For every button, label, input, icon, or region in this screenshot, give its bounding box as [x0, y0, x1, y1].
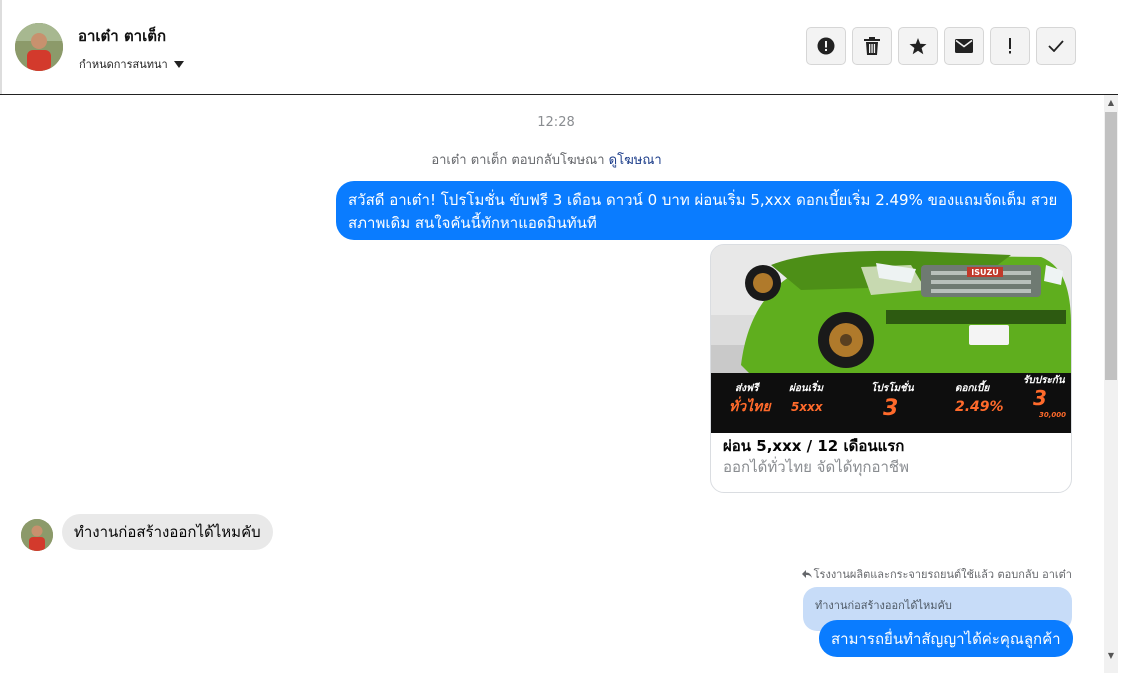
contact-avatar[interactable] — [15, 23, 63, 71]
ad-brand-label: ISUZU — [971, 268, 999, 277]
promo-5-top: รับประกัน — [1023, 374, 1066, 386]
scrollbar-thumb[interactable] — [1105, 112, 1117, 380]
incoming-avatar[interactable] — [21, 519, 53, 551]
ad-card[interactable]: ISUZU ส่งฟรี ทั่วไทย ผ่อนเริ่ม 5xxx โปรโ… — [710, 244, 1072, 493]
promo-5-main: 3 — [1033, 386, 1047, 410]
promo-5-extra: 30,000 — [1039, 411, 1066, 419]
promo-4-main: 2.49% — [955, 399, 1004, 415]
star-button[interactable] — [898, 27, 938, 65]
ad-card-subtitle: ออกได้ทั่วไทย จัดได้ทุกอาชีพ — [723, 458, 909, 476]
contact-name: อาเต๋า ตาเต็ก — [78, 27, 167, 45]
header-edge — [0, 0, 2, 94]
promo-3-main: 3 — [883, 396, 898, 421]
reply-arrow-icon — [801, 570, 812, 578]
reply-message[interactable]: สามารถยื่นทำสัญญาได้ค่ะคุณลูกค้า — [819, 620, 1073, 657]
conversation-menu-label: กำหนดการสนทนา — [79, 58, 168, 71]
delete-button[interactable] — [852, 27, 892, 65]
done-button[interactable] — [1036, 27, 1076, 65]
promo-2-main: 5xxx — [791, 400, 824, 414]
alert-circle-icon — [817, 37, 835, 55]
mail-icon — [955, 39, 973, 53]
caret-down-icon — [173, 60, 184, 68]
trash-icon — [864, 37, 880, 55]
conversation-header: อาเต๋า ตาเต็ก กำหนดการสนทนา — [0, 0, 1118, 95]
report-button[interactable] — [806, 27, 846, 65]
promo-2-top: ผ่อนเริ่ม — [789, 380, 824, 394]
header-actions — [806, 27, 1076, 65]
promo-1-main: ทั่วไทย — [729, 396, 772, 415]
promo-4-top: ดอกเบี้ย — [955, 380, 990, 394]
ad-reply-notice: อาเต๋า ตาเต็ก ตอบกลับโฆษณา ดูโฆษณา — [0, 149, 1093, 170]
thread-timestamp: 12:28 — [537, 115, 575, 130]
scroll-down-icon[interactable]: ▼ — [1106, 651, 1116, 660]
reply-header-text: โรงงานผลิตและกระจายรถยนต์ใช้แล้ว ตอบกลับ… — [813, 568, 1072, 581]
window-edge — [1118, 0, 1128, 673]
outgoing-message[interactable]: สวัสดี อาเต๋า! โปรโมชั่น ขับฟรี 3 เดือน … — [336, 181, 1072, 240]
star-icon — [909, 37, 927, 54]
ad-card-image: ISUZU ส่งฟรี ทั่วไทย ผ่อนเริ่ม 5xxx โปรโ… — [711, 245, 1071, 433]
promo-1-top: ส่งฟรี — [735, 382, 760, 394]
reply-header: โรงงานผลิตและกระจายรถยนต์ใช้แล้ว ตอบกลับ… — [801, 565, 1072, 583]
scroll-up-icon[interactable]: ▲ — [1106, 98, 1116, 107]
promo-3-top: โปรโมชั่น — [871, 380, 915, 394]
conversation-menu[interactable]: กำหนดการสนทนา — [79, 55, 184, 73]
check-icon — [1048, 40, 1064, 52]
view-ad-link[interactable]: ดูโฆษณา — [609, 153, 662, 168]
incoming-message[interactable]: ทำงานก่อสร้างออกได้ไหมคับ — [62, 514, 273, 550]
mail-button[interactable] — [944, 27, 984, 65]
exclamation-icon — [1009, 38, 1011, 54]
ad-reply-text: อาเต๋า ตาเต็ก ตอบกลับโฆษณา — [431, 153, 605, 168]
flag-button[interactable] — [990, 27, 1030, 65]
